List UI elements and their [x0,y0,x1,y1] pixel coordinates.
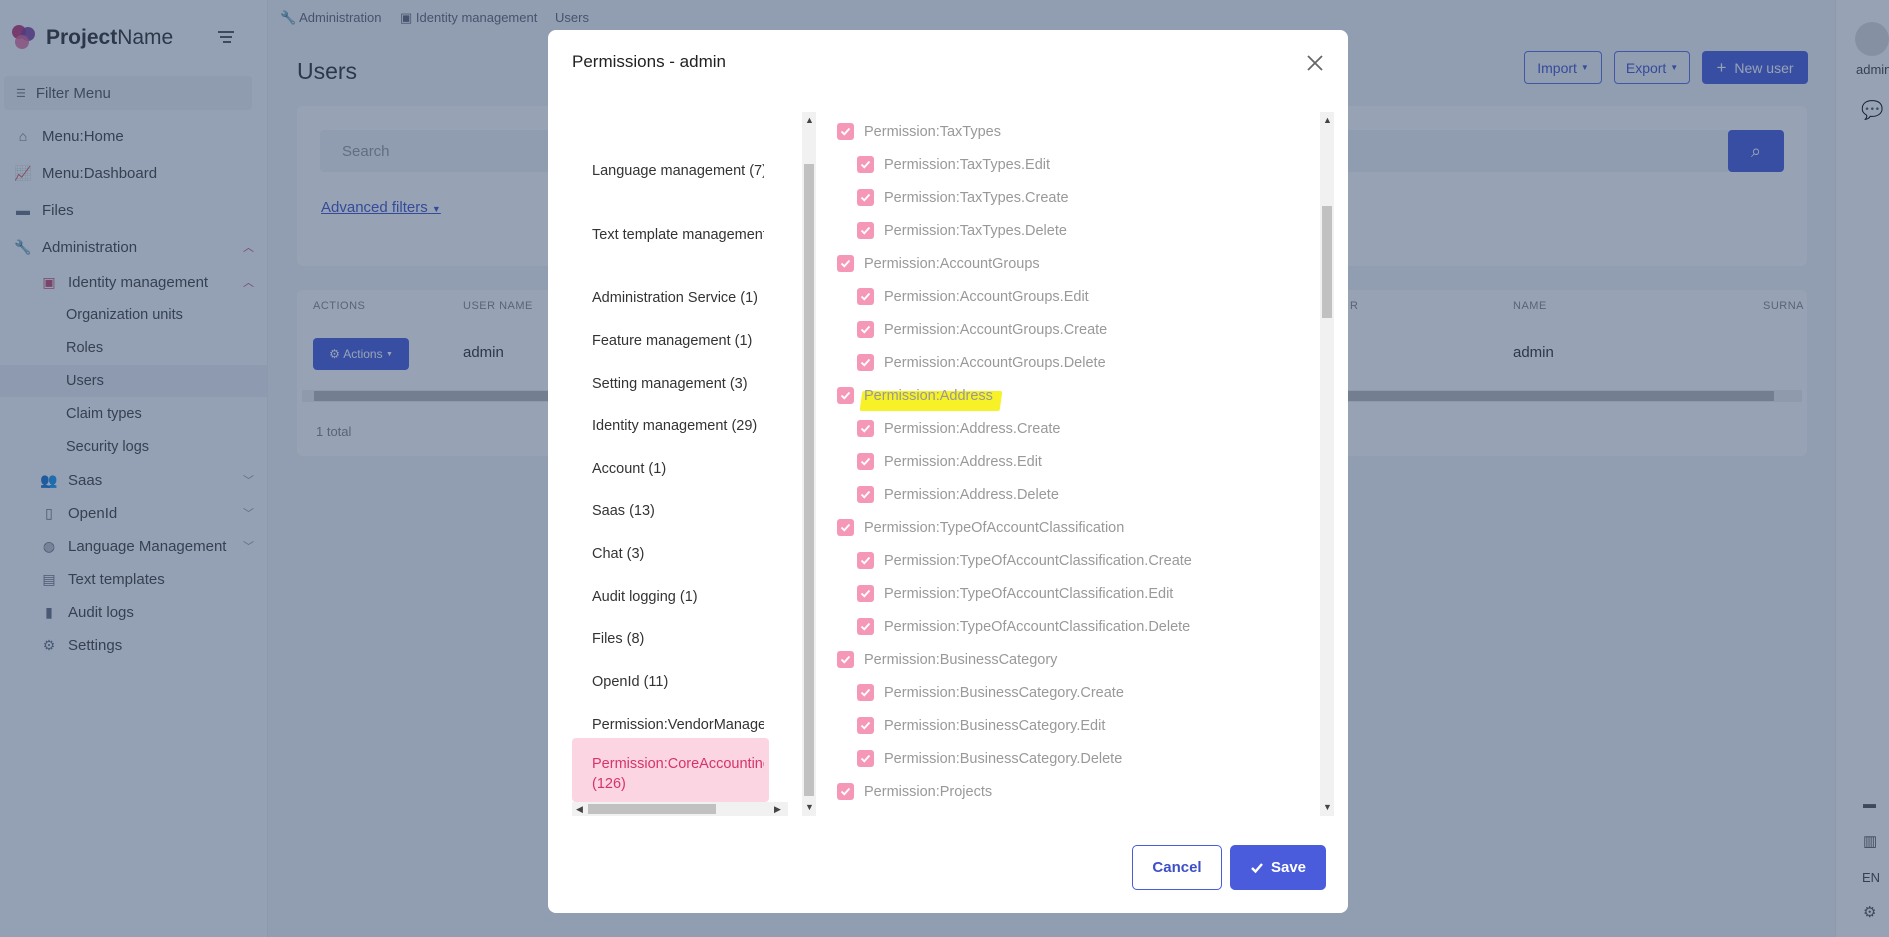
group-item-core-accounting-label[interactable]: Permission:CoreAccountingMa [592,756,764,772]
group-item[interactable]: Identity management (29) [592,418,764,434]
scroll-up-arrow-icon[interactable]: ▲ [805,115,814,125]
permission-item[interactable]: Permission:AccountGroups.Edit [857,288,1089,305]
checkbox-checked-icon[interactable] [857,585,874,602]
permission-label: Permission:Address.Create [884,420,1061,437]
permission-label: Permission:Address.Delete [884,486,1059,503]
permission-item[interactable]: Permission:TaxTypes.Edit [857,156,1050,173]
permission-item[interactable]: Permission:TypeOfAccountClassification.C… [857,552,1192,569]
permission-item[interactable]: Permission:TaxTypes [837,123,1001,140]
checkbox-checked-icon[interactable] [857,288,874,305]
group-item[interactable]: Audit logging (1) [592,589,764,605]
checkbox-checked-icon[interactable] [837,123,854,140]
permission-label: Permission:TaxTypes [864,123,1001,140]
checkbox-checked-icon[interactable] [857,750,874,767]
checkbox-checked-icon[interactable] [857,486,874,503]
checkbox-checked-icon[interactable] [857,156,874,173]
checkbox-checked-icon[interactable] [857,222,874,239]
permission-item[interactable]: Permission:Address [837,387,993,404]
save-button[interactable]: Save [1230,845,1326,890]
group-item[interactable]: OpenId (11) [592,674,764,690]
permission-label: Permission:AccountGroups.Delete [884,354,1106,371]
scroll-down-arrow-icon[interactable]: ▼ [805,802,814,812]
permission-label: Permission:AccountGroups.Edit [884,288,1089,305]
scrollbar-thumb[interactable] [588,804,716,814]
permission-item[interactable]: Permission:Address.Edit [857,453,1042,470]
permission-label: Permission:AccountGroups [864,255,1040,272]
checkbox-checked-icon[interactable] [837,387,854,404]
checkbox-checked-icon[interactable] [857,189,874,206]
permission-label: Permission:TaxTypes.Edit [884,156,1051,173]
permission-label: Permission:BusinessCategory.Delete [884,750,1123,767]
checkbox-checked-icon[interactable] [857,420,874,437]
permission-item[interactable]: Permission:TypeOfAccountClassification.E… [857,585,1173,602]
checkbox-checked-icon[interactable] [857,717,874,734]
permission-item[interactable]: Permission:AccountGroups.Delete [857,354,1106,371]
checkbox-checked-icon[interactable] [857,354,874,371]
checkbox-checked-icon[interactable] [837,783,854,800]
group-item-core-accounting-count[interactable]: (126) [592,776,764,792]
scroll-right-arrow-icon[interactable]: ▶ [774,804,781,815]
checkbox-checked-icon[interactable] [857,552,874,569]
permission-label: Permission:TaxTypes.Create [884,189,1069,206]
checkbox-checked-icon[interactable] [857,684,874,701]
permission-item[interactable]: Permission:Projects [837,783,992,800]
permission-label: Permission:BusinessCategory.Edit [884,717,1106,734]
permission-label: Permission:TypeOfAccountClassification.E… [884,585,1174,602]
scrollbar-thumb[interactable] [804,164,814,796]
permission-item[interactable]: Permission:TypeOfAccountClassification.D… [857,618,1190,635]
permission-label: Permission:Projects [864,783,993,800]
checkbox-checked-icon[interactable] [837,519,854,536]
check-icon [1251,862,1263,873]
permission-label: Permission:Address [864,387,993,404]
scroll-down-arrow-icon[interactable]: ▼ [1323,802,1332,812]
permission-item[interactable]: Permission:AccountGroups.Create [857,321,1107,338]
permission-list-vertical-scrollbar[interactable]: ▲ ▼ [1320,112,1334,816]
scroll-left-arrow-icon[interactable]: ◀ [576,804,583,815]
cancel-button[interactable]: Cancel [1132,845,1222,890]
permission-label: Permission:BusinessCategory.Create [884,684,1124,701]
scroll-up-arrow-icon[interactable]: ▲ [1323,115,1332,125]
group-item[interactable]: Administration Service (1) [592,290,764,306]
group-item[interactable]: Saas (13) [592,503,764,519]
permission-label: Permission:TypeOfAccountClassification.D… [884,618,1191,635]
checkbox-checked-icon[interactable] [857,453,874,470]
permission-item[interactable]: Permission:TypeOfAccountClassification [837,519,1124,536]
permission-item[interactable]: Permission:BusinessCategory [837,651,1057,668]
close-icon[interactable] [1304,52,1326,74]
group-item[interactable]: Permission:VendorManageme [592,717,764,733]
permission-label: Permission:TypeOfAccountClassification [864,519,1125,536]
group-item[interactable]: Chat (3) [592,546,764,562]
group-item[interactable]: Account (1) [592,461,764,477]
group-item[interactable]: Setting management (3) [592,376,764,392]
permission-label: Permission:BusinessCategory [864,651,1058,668]
scrollbar-thumb[interactable] [1322,206,1332,318]
checkbox-checked-icon[interactable] [857,618,874,635]
permission-item[interactable]: Permission:TaxTypes.Create [857,189,1069,206]
group-item[interactable]: Text template management (2 [592,227,764,243]
checkbox-checked-icon[interactable] [837,255,854,272]
permission-label: Permission:AccountGroups.Create [884,321,1108,338]
permissions-modal: Permissions - admin Language management … [548,30,1348,913]
checkbox-checked-icon[interactable] [857,321,874,338]
modal-title: Permissions - admin [572,52,726,71]
permission-item[interactable]: Permission:BusinessCategory.Edit [857,717,1105,734]
permission-item[interactable]: Permission:BusinessCategory.Create [857,684,1124,701]
group-item[interactable]: Files (8) [592,631,764,647]
checkbox-checked-icon[interactable] [837,651,854,668]
permission-label: Permission:TypeOfAccountClassification.C… [884,552,1192,569]
permission-item[interactable]: Permission:BusinessCategory.Delete [857,750,1122,767]
permission-label: Permission:TaxTypes.Delete [884,222,1067,239]
permission-item[interactable]: Permission:Address.Create [857,420,1061,437]
group-list-vertical-scrollbar[interactable]: ▲ ▼ [802,112,816,816]
group-list-horizontal-scrollbar[interactable]: ◀ ▶ [572,802,788,816]
group-item[interactable]: Feature management (1) [592,333,764,349]
permission-item[interactable]: Permission:TaxTypes.Delete [857,222,1067,239]
permission-item[interactable]: Permission:AccountGroups [837,255,1040,272]
permission-label: Permission:Address.Edit [884,453,1042,470]
group-item[interactable]: Language management (7) [592,163,764,179]
permission-item[interactable]: Permission:Address.Delete [857,486,1059,503]
